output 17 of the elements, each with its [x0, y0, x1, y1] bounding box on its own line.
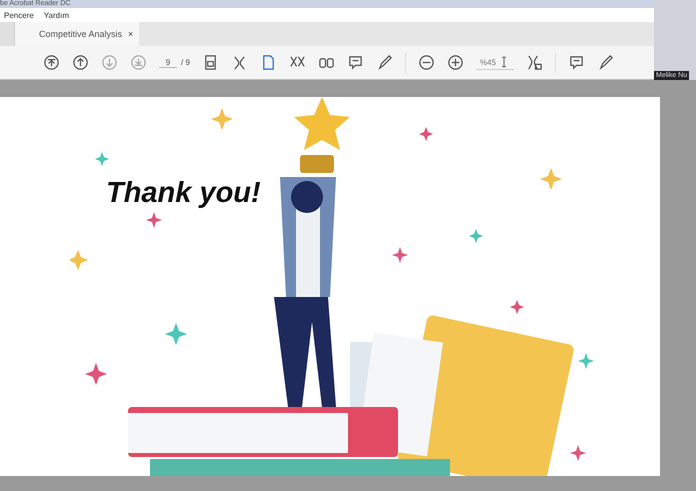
comment-icon[interactable]: [346, 54, 364, 71]
slide-heading: Thank you!: [106, 177, 261, 210]
close-button[interactable]: ×: [128, 29, 134, 39]
arrow-up-icon[interactable]: [72, 54, 89, 71]
zoom-in-icon[interactable]: [446, 54, 464, 71]
menu-item[interactable]: Pencere: [4, 10, 34, 20]
document-tab[interactable]: Competitive Analysis ×: [15, 22, 140, 46]
pen-icon[interactable]: [596, 54, 614, 71]
pen-icon[interactable]: [376, 54, 393, 71]
menu-item[interactable]: Yardım: [44, 10, 69, 20]
comment-icon[interactable]: [568, 54, 585, 71]
zoom-dropdown[interactable]: %45: [476, 55, 514, 70]
crop-icon[interactable]: [526, 54, 543, 71]
zoom-out-icon[interactable]: [418, 54, 435, 71]
page-total: / 9: [181, 58, 190, 67]
page-number-field[interactable]: 9: [159, 58, 177, 68]
page-up-icon[interactable]: [43, 54, 60, 71]
